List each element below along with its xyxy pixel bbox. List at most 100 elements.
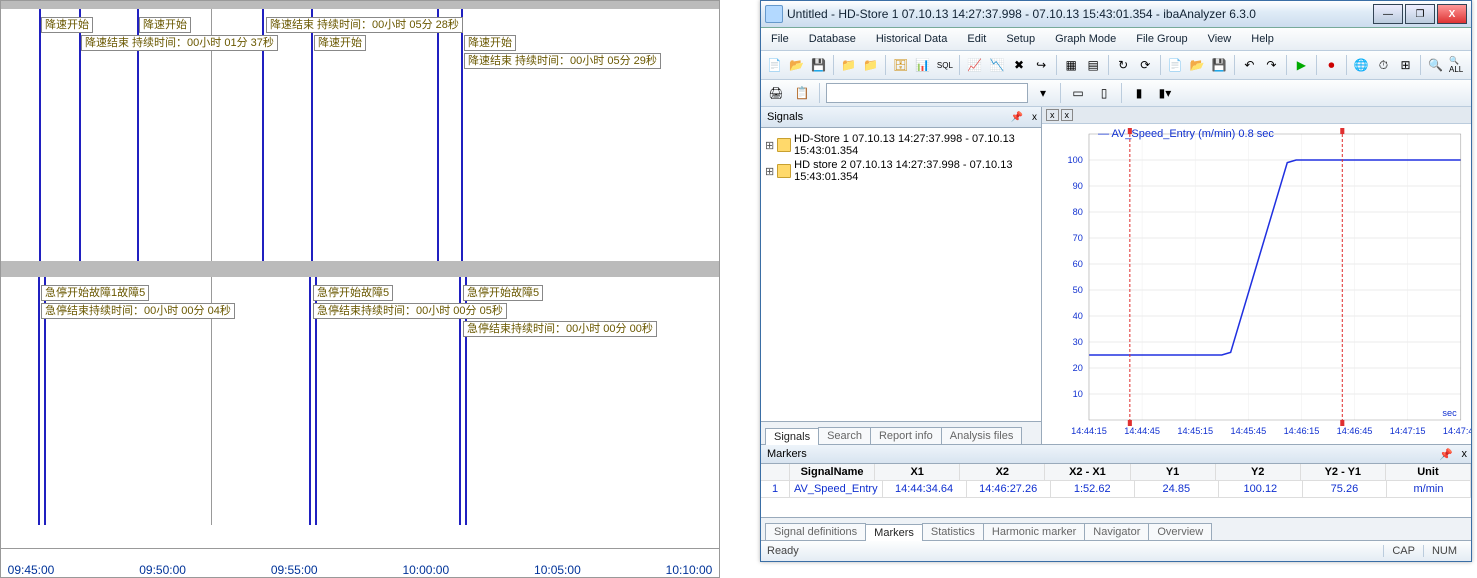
event-label[interactable]: 降速结束 持续时间：00小时 05分 29秒 [464, 53, 661, 69]
marker-header[interactable]: Y2 - Y1 [1301, 464, 1386, 480]
preview-icon[interactable]: 📋 [791, 82, 813, 104]
marker-cell[interactable]: m/min [1387, 481, 1471, 497]
cross-icon[interactable]: ✖ [1010, 54, 1029, 76]
sql-icon[interactable]: SQL [935, 54, 954, 76]
tree-item[interactable]: ⊞HD-Store 1 07.10.13 14:27:37.998 - 07.1… [765, 132, 1037, 158]
marker-cell[interactable]: AV_Speed_Entry [790, 481, 883, 497]
marker-header[interactable]: Unit [1386, 464, 1471, 480]
tree-item[interactable]: ⊞HD store 2 07.10.13 14:27:37.998 - 07.1… [765, 158, 1037, 184]
tab-markers[interactable]: Markers [865, 524, 923, 541]
open-icon[interactable]: 📂 [787, 54, 806, 76]
chart-body[interactable]: — AV_Speed_Entry (m/min) 0.8 sec 1020304… [1042, 124, 1471, 444]
tab-navigator[interactable]: Navigator [1084, 523, 1149, 540]
event-label[interactable]: 降速结束 持续时间：00小时 01分 37秒 [81, 35, 278, 51]
marker-cell[interactable]: 14:46:27.26 [967, 481, 1051, 497]
timeline-track-1[interactable]: 降速开始降速开始降速结束 持续时间：00小时 05分 28秒降速结束 持续时间：… [1, 9, 719, 261]
save-icon[interactable]: 💾 [809, 54, 828, 76]
new2-icon[interactable]: 📄 [1166, 54, 1185, 76]
close-button[interactable]: X [1437, 4, 1467, 24]
event-label[interactable]: 降速结束 持续时间：00小时 05分 28秒 [266, 17, 463, 33]
marker-header[interactable]: X2 - X1 [1045, 464, 1130, 480]
titlebar[interactable]: Untitled - HD-Store 1 07.10.13 14:27:37.… [761, 1, 1471, 28]
marker-cell[interactable]: 75.26 [1303, 481, 1387, 497]
close-x-icon[interactable]: x [1046, 109, 1059, 121]
event-label[interactable]: 降速开始 [41, 17, 93, 33]
chart-remove-icon[interactable]: 📉 [987, 54, 1006, 76]
nav2-icon[interactable]: ▯ [1093, 82, 1115, 104]
menu-file[interactable]: File [767, 31, 793, 47]
menu-edit[interactable]: Edit [963, 31, 990, 47]
zoom-icon[interactable]: 🔍 [1426, 54, 1445, 76]
marker-header[interactable]: Y2 [1216, 464, 1301, 480]
event-label[interactable]: 急停结束持续时间：00小时 00分 00秒 [463, 321, 657, 337]
maximize-button[interactable]: ❐ [1405, 4, 1435, 24]
tab-search[interactable]: Search [818, 427, 871, 444]
marker-cell[interactable]: 14:44:34.64 [883, 481, 967, 497]
bar-icon[interactable]: ▮ [1128, 82, 1150, 104]
db-chart-icon[interactable]: 📊 [913, 54, 932, 76]
pin-icon[interactable]: 📌 [1439, 448, 1453, 461]
zoomall-icon[interactable]: 🔍ALL [1448, 54, 1467, 76]
menu-database[interactable]: Database [805, 31, 860, 47]
undo-icon[interactable]: ↶ [1240, 54, 1259, 76]
event-label[interactable]: 急停结束持续时间：00小时 00分 05秒 [313, 303, 507, 319]
event-label[interactable]: 降速开始 [464, 35, 516, 51]
run-icon[interactable]: ▶ [1292, 54, 1311, 76]
marker-header[interactable]: Y1 [1131, 464, 1216, 480]
menu-setup[interactable]: Setup [1002, 31, 1039, 47]
event-label[interactable]: 急停开始故障5 [313, 285, 393, 301]
arrow-icon[interactable]: ↪ [1032, 54, 1051, 76]
save2-icon[interactable]: 💾 [1210, 54, 1229, 76]
timer-icon[interactable]: ⏱ [1374, 54, 1393, 76]
event-label[interactable]: 急停开始故障1故障5 [41, 285, 149, 301]
close-x-icon-2[interactable]: x [1061, 109, 1074, 121]
nav1-icon[interactable]: ▭ [1067, 82, 1089, 104]
marker-header[interactable] [761, 464, 790, 480]
grid2-icon[interactable]: ▤ [1084, 54, 1103, 76]
grid-icon[interactable]: ▦ [1062, 54, 1081, 76]
pin-icon[interactable]: 📌 [1011, 112, 1023, 123]
marker-header[interactable]: SignalName [790, 464, 875, 480]
dropdown-icon[interactable]: ▾ [1032, 82, 1054, 104]
menu-graph-mode[interactable]: Graph Mode [1051, 31, 1120, 47]
globe-icon[interactable]: 🌐 [1352, 54, 1371, 76]
refresh2-icon[interactable]: ⟳ [1136, 54, 1155, 76]
tab-report-info[interactable]: Report info [870, 427, 942, 444]
event-label[interactable]: 降速开始 [314, 35, 366, 51]
refresh-icon[interactable]: ↻ [1114, 54, 1133, 76]
expand-icon[interactable]: ⊞ [765, 165, 774, 178]
open2-icon[interactable]: 📂 [1188, 54, 1207, 76]
db-icon[interactable]: 🗄 [891, 54, 910, 76]
tab-signals[interactable]: Signals [765, 428, 819, 445]
menu-historical-data[interactable]: Historical Data [872, 31, 952, 47]
hist-icon[interactable]: ⊞ [1396, 54, 1415, 76]
menu-help[interactable]: Help [1247, 31, 1278, 47]
tab-overview[interactable]: Overview [1148, 523, 1212, 540]
marker-cell[interactable]: 24.85 [1135, 481, 1219, 497]
marker-header[interactable]: X2 [960, 464, 1045, 480]
close-pane-icon[interactable]: x [1462, 448, 1468, 460]
marker-header[interactable]: X1 [875, 464, 960, 480]
menu-view[interactable]: View [1204, 31, 1236, 47]
timeline-track-2[interactable]: 急停开始故障1故障5 急停开始故障5 急停开始故障5 急停结束持续时间：00小时 00… [1, 277, 719, 525]
marker-cell[interactable]: 1 [761, 481, 790, 497]
minimize-button[interactable]: — [1373, 4, 1403, 24]
markers-table[interactable]: SignalNameX1X2X2 - X1Y1Y2Y2 - Y1Unit 1AV_… [761, 464, 1471, 517]
marker-cell[interactable]: 100.12 [1219, 481, 1303, 497]
folder-remove-icon[interactable]: 📁 [861, 54, 880, 76]
address-input[interactable] [826, 83, 1028, 103]
menu-file-group[interactable]: File Group [1132, 31, 1191, 47]
print-icon[interactable]: 🖨 [765, 82, 787, 104]
event-label[interactable]: 降速开始 [139, 17, 191, 33]
event-label[interactable]: 急停开始故障5 [463, 285, 543, 301]
redo-icon[interactable]: ↷ [1262, 54, 1281, 76]
tab-signal-definitions[interactable]: Signal definitions [765, 523, 866, 540]
event-label[interactable]: 急停结束持续时间：00小时 00分 04秒 [41, 303, 235, 319]
chart-icon[interactable]: 📈 [965, 54, 984, 76]
folder-blue-icon[interactable]: 📁 [839, 54, 858, 76]
tab-statistics[interactable]: Statistics [922, 523, 984, 540]
signals-tree[interactable]: ⊞HD-Store 1 07.10.13 14:27:37.998 - 07.1… [761, 128, 1041, 421]
record-icon[interactable]: ⏺ [1322, 54, 1341, 76]
bars-icon[interactable]: ▮▾ [1154, 82, 1176, 104]
new-icon[interactable]: 📄 [765, 54, 784, 76]
